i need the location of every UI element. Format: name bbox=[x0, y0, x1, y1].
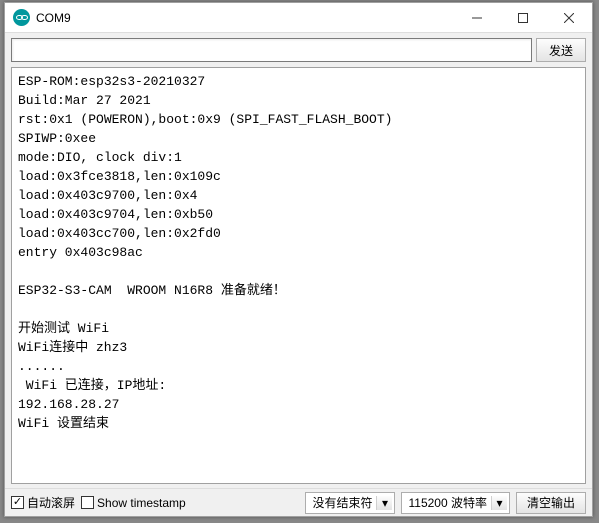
serial-monitor-window: COM9 发送 ESP-ROM:esp32s3-20210327 Build:M… bbox=[4, 2, 593, 517]
autoscroll-label: 自动滚屏 bbox=[27, 494, 75, 511]
checkbox-icon: ✓ bbox=[11, 496, 24, 509]
chevron-down-icon: ▾ bbox=[376, 496, 392, 510]
serial-output[interactable]: ESP-ROM:esp32s3-20210327 Build:Mar 27 20… bbox=[11, 67, 586, 484]
send-toolbar: 发送 bbox=[5, 33, 592, 67]
arduino-icon bbox=[13, 9, 30, 26]
line-ending-value: 没有结束符 bbox=[312, 494, 372, 511]
chevron-down-icon: ▾ bbox=[491, 496, 507, 510]
close-button[interactable] bbox=[546, 3, 592, 32]
status-bar: ✓ 自动滚屏 Show timestamp 没有结束符 ▾ 115200 波特率… bbox=[5, 488, 592, 516]
maximize-button[interactable] bbox=[500, 3, 546, 32]
window-title: COM9 bbox=[36, 11, 454, 25]
window-controls bbox=[454, 3, 592, 32]
autoscroll-checkbox[interactable]: ✓ 自动滚屏 bbox=[11, 494, 75, 511]
timestamp-label: Show timestamp bbox=[97, 496, 186, 510]
clear-output-button[interactable]: 清空输出 bbox=[516, 492, 586, 514]
timestamp-checkbox[interactable]: Show timestamp bbox=[81, 496, 186, 510]
title-bar: COM9 bbox=[5, 3, 592, 33]
send-button[interactable]: 发送 bbox=[536, 38, 586, 62]
minimize-button[interactable] bbox=[454, 3, 500, 32]
baud-rate-select[interactable]: 115200 波特率 ▾ bbox=[401, 492, 510, 514]
checkbox-icon bbox=[81, 496, 94, 509]
baud-rate-value: 115200 波特率 bbox=[408, 494, 487, 511]
serial-input[interactable] bbox=[11, 38, 532, 62]
line-ending-select[interactable]: 没有结束符 ▾ bbox=[305, 492, 395, 514]
